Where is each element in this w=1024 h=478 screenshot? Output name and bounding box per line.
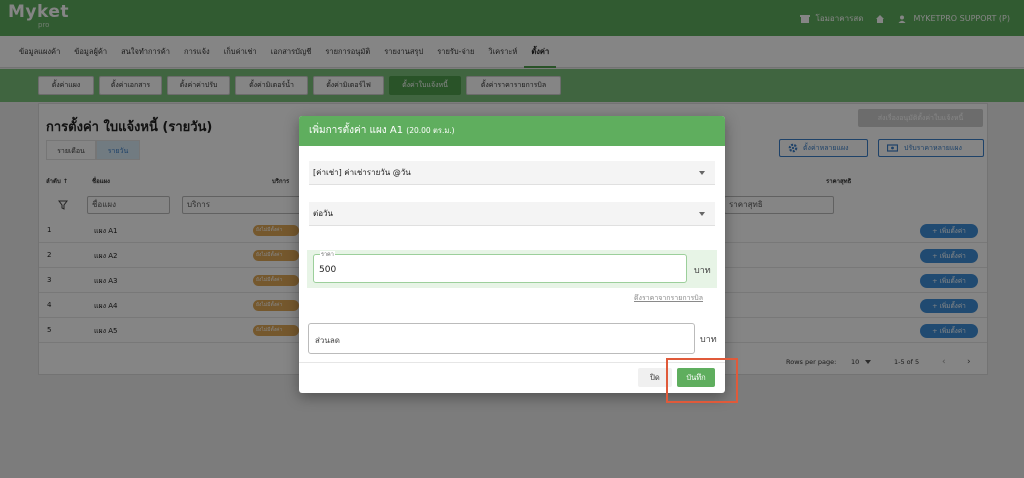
price-label: ราคา [320,251,335,259]
add-setting-dialog: เพิ่มการตั้งค่า แผง A1 (20.00 ตร.ม.) [ค่… [299,116,725,393]
fetch-bill-price-link[interactable]: ดึงราคาจากรายการบิล [634,293,703,304]
price-input[interactable]: ราคา 500 [313,251,687,283]
service-select[interactable]: [ค่าเช่า] ค่าเช่ารายวัน @วัน [309,161,715,185]
period-select-value: ต่อวัน [313,209,333,218]
period-select[interactable]: ต่อวัน [309,202,715,226]
price-section: ราคา 500 บาท [307,250,717,288]
chevron-down-icon [699,212,705,216]
chevron-down-icon [699,171,705,175]
discount-placeholder: ส่วนลด [315,336,340,345]
price-value: 500 [319,265,337,275]
dialog-title: เพิ่มการตั้งค่า แผง A1 [309,125,404,136]
price-unit: บาท [694,266,711,276]
discount-input[interactable]: ส่วนลด [308,323,695,354]
dialog-stall-size: (20.00 ตร.ม.) [406,126,455,135]
service-select-value: [ค่าเช่า] ค่าเช่ารายวัน @วัน [313,168,411,177]
dialog-header: เพิ่มการตั้งค่า แผง A1 (20.00 ตร.ม.) [299,116,725,146]
dialog-divider [299,362,725,363]
discount-unit: บาท [700,335,717,345]
save-highlight-box [666,358,738,403]
